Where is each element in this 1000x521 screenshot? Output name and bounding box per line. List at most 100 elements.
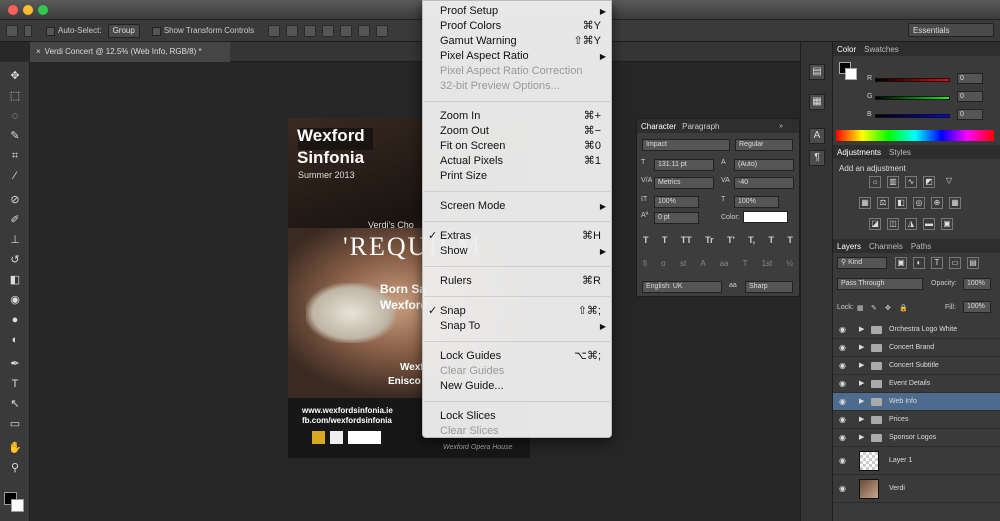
- channel-mixer-adjust-icon[interactable]: ⊕: [931, 197, 943, 209]
- blur-tool-icon[interactable]: ●: [7, 312, 23, 328]
- move-tool-icon[interactable]: ✥: [7, 68, 23, 84]
- font-family-dropdown[interactable]: Impact: [642, 139, 730, 151]
- opentype-t-icon[interactable]: T: [743, 259, 748, 271]
- align-vcenter-icon[interactable]: [286, 24, 299, 37]
- eyedropper-tool-icon[interactable]: ⁄: [7, 168, 23, 184]
- layer-row[interactable]: ◉ Layer 1: [833, 447, 1000, 475]
- menu-item-actual-pixels[interactable]: Actual Pixels ⌘1: [423, 154, 613, 169]
- align-left-icon[interactable]: [322, 24, 335, 37]
- layer-group-row[interactable]: ◉ ▶ Prices: [833, 411, 1000, 429]
- color-spectrum-bar[interactable]: [836, 130, 994, 141]
- blue-value[interactable]: 0: [957, 109, 983, 120]
- exposure-adjust-icon[interactable]: ◩: [923, 176, 935, 188]
- brush-tool-icon[interactable]: ✐: [7, 212, 23, 228]
- menu-item-rulers[interactable]: Rulers ⌘R: [423, 274, 613, 289]
- vertical-scale-field[interactable]: 100%: [654, 196, 699, 208]
- menu-item-proof-setup[interactable]: Proof Setup ▶: [423, 4, 613, 19]
- bw-adjust-icon[interactable]: ◧: [895, 197, 907, 209]
- gradient-map-adjust-icon[interactable]: ▬: [923, 218, 935, 230]
- menu-item-print-size[interactable]: Print Size: [423, 169, 613, 184]
- opentype-half-icon[interactable]: ½: [786, 259, 793, 271]
- expand-group-icon[interactable]: ▶: [859, 429, 864, 447]
- menu-item-fit-on-screen[interactable]: Fit on Screen ⌘0: [423, 139, 613, 154]
- curves-adjust-icon[interactable]: ∿: [905, 176, 917, 188]
- menu-item-lock-slices[interactable]: Lock Slices: [423, 409, 613, 424]
- font-size-field[interactable]: 131.11 pt: [654, 159, 714, 171]
- align-right-icon[interactable]: [358, 24, 371, 37]
- color-lookup-adjust-icon[interactable]: ▦: [949, 197, 961, 209]
- menu-item-zoom-out[interactable]: Zoom Out ⌘−: [423, 124, 613, 139]
- expand-group-icon[interactable]: ▶: [859, 321, 864, 339]
- selective-color-adjust-icon[interactable]: ▣: [941, 218, 953, 230]
- red-value[interactable]: 0: [957, 73, 983, 84]
- background-color-swatch[interactable]: [11, 499, 24, 512]
- rectangle-tool-icon[interactable]: ▭: [7, 416, 23, 432]
- horizontal-scale-field[interactable]: 100%: [734, 196, 779, 208]
- menu-item-snap-to[interactable]: Snap To ▶: [423, 319, 613, 334]
- layer-group-row[interactable]: ◉ ▶ Concert Subtitle: [833, 357, 1000, 375]
- type-tool-icon[interactable]: T: [7, 376, 23, 392]
- levels-adjust-icon[interactable]: ▥: [887, 176, 899, 188]
- visibility-eye-icon[interactable]: ◉: [839, 411, 846, 429]
- layer-filter-kind-dropdown[interactable]: ⚲ Kind: [837, 257, 887, 269]
- baseline-shift-field[interactable]: 0 pt: [654, 212, 699, 224]
- lock-position-icon[interactable]: ✥: [885, 304, 891, 312]
- threshold-adjust-icon[interactable]: ◮: [905, 218, 917, 230]
- align-top-icon[interactable]: [268, 24, 281, 37]
- actions-panel-icon[interactable]: ▦: [809, 94, 825, 110]
- auto-select-checkbox[interactable]: Auto-Select:: [46, 25, 102, 36]
- move-tool-icon[interactable]: [6, 24, 18, 37]
- superscript-button[interactable]: T': [727, 235, 735, 247]
- visibility-eye-icon[interactable]: ◉: [839, 393, 846, 411]
- antialias-dropdown[interactable]: Sharp: [745, 281, 793, 293]
- minimize-window-button[interactable]: [23, 5, 33, 15]
- opentype-aa-icon[interactable]: aa: [720, 259, 729, 271]
- expand-group-icon[interactable]: ▶: [859, 393, 864, 411]
- zoom-window-button[interactable]: [38, 5, 48, 15]
- layer-group-row[interactable]: ◉ ▶ Event Details: [833, 375, 1000, 393]
- subscript-button[interactable]: T,: [748, 235, 755, 247]
- expand-group-icon[interactable]: ▶: [859, 411, 864, 429]
- healing-brush-tool-icon[interactable]: ⊘: [7, 192, 23, 208]
- dodge-tool-icon[interactable]: ◐: [7, 332, 23, 348]
- tab-layers[interactable]: Layers: [837, 242, 861, 251]
- color-background-swatch[interactable]: [845, 68, 857, 80]
- tab-paragraph[interactable]: Paragraph: [682, 122, 719, 131]
- opentype-st-icon[interactable]: st: [680, 259, 686, 271]
- faux-bold-button[interactable]: T: [643, 235, 649, 247]
- menu-item-pixel-aspect-ratio[interactable]: Pixel Aspect Ratio ▶: [423, 49, 613, 64]
- align-hcenter-icon[interactable]: [340, 24, 353, 37]
- opentype-1st-icon[interactable]: 1st: [762, 259, 773, 271]
- show-transform-checkbox[interactable]: Show Transform Controls: [151, 25, 254, 36]
- paint-bucket-tool-icon[interactable]: ◉: [7, 292, 23, 308]
- character-panel-icon[interactable]: A: [809, 128, 825, 144]
- menu-item-proof-colors[interactable]: Proof Colors ⌘Y: [423, 19, 613, 34]
- red-slider[interactable]: [875, 78, 950, 82]
- visibility-eye-icon[interactable]: ◉: [839, 321, 846, 339]
- photo-filter-adjust-icon[interactable]: ◎: [913, 197, 925, 209]
- small-caps-button[interactable]: Tr: [705, 235, 714, 247]
- blend-mode-dropdown[interactable]: Pass Through: [837, 278, 923, 290]
- zoom-tool-icon[interactable]: ⚲: [7, 460, 23, 476]
- opentype-swash-icon[interactable]: σ: [661, 259, 666, 271]
- filter-adjustment-icon[interactable]: ◐: [913, 257, 925, 269]
- leading-field[interactable]: (Auto): [734, 159, 794, 171]
- language-dropdown[interactable]: English: UK: [642, 281, 722, 293]
- invert-adjust-icon[interactable]: ◪: [869, 218, 881, 230]
- filter-shape-icon[interactable]: ▭: [949, 257, 961, 269]
- menu-item-extras[interactable]: ✓ Extras ⌘H: [423, 229, 613, 244]
- lock-transparent-icon[interactable]: ▦: [857, 304, 864, 312]
- green-slider[interactable]: [875, 96, 950, 100]
- layer-group-row[interactable]: ◉ ▶ Sponsor Logos: [833, 429, 1000, 447]
- hue-sat-adjust-icon[interactable]: ▦: [859, 197, 871, 209]
- layer-group-row[interactable]: ◉ ▶ Orchestra Logo White: [833, 321, 1000, 339]
- paragraph-panel-icon[interactable]: ¶: [809, 150, 825, 166]
- distribute-icon[interactable]: [376, 24, 389, 37]
- filter-smart-object-icon[interactable]: ▤: [967, 257, 979, 269]
- text-color-swatch[interactable]: [743, 211, 788, 223]
- menu-item-zoom-in[interactable]: Zoom In ⌘+: [423, 109, 613, 124]
- visibility-eye-icon[interactable]: ◉: [839, 429, 846, 447]
- brightness-adjust-icon[interactable]: ☼: [869, 176, 881, 188]
- tab-character[interactable]: Character: [641, 122, 676, 131]
- close-window-button[interactable]: [8, 5, 18, 15]
